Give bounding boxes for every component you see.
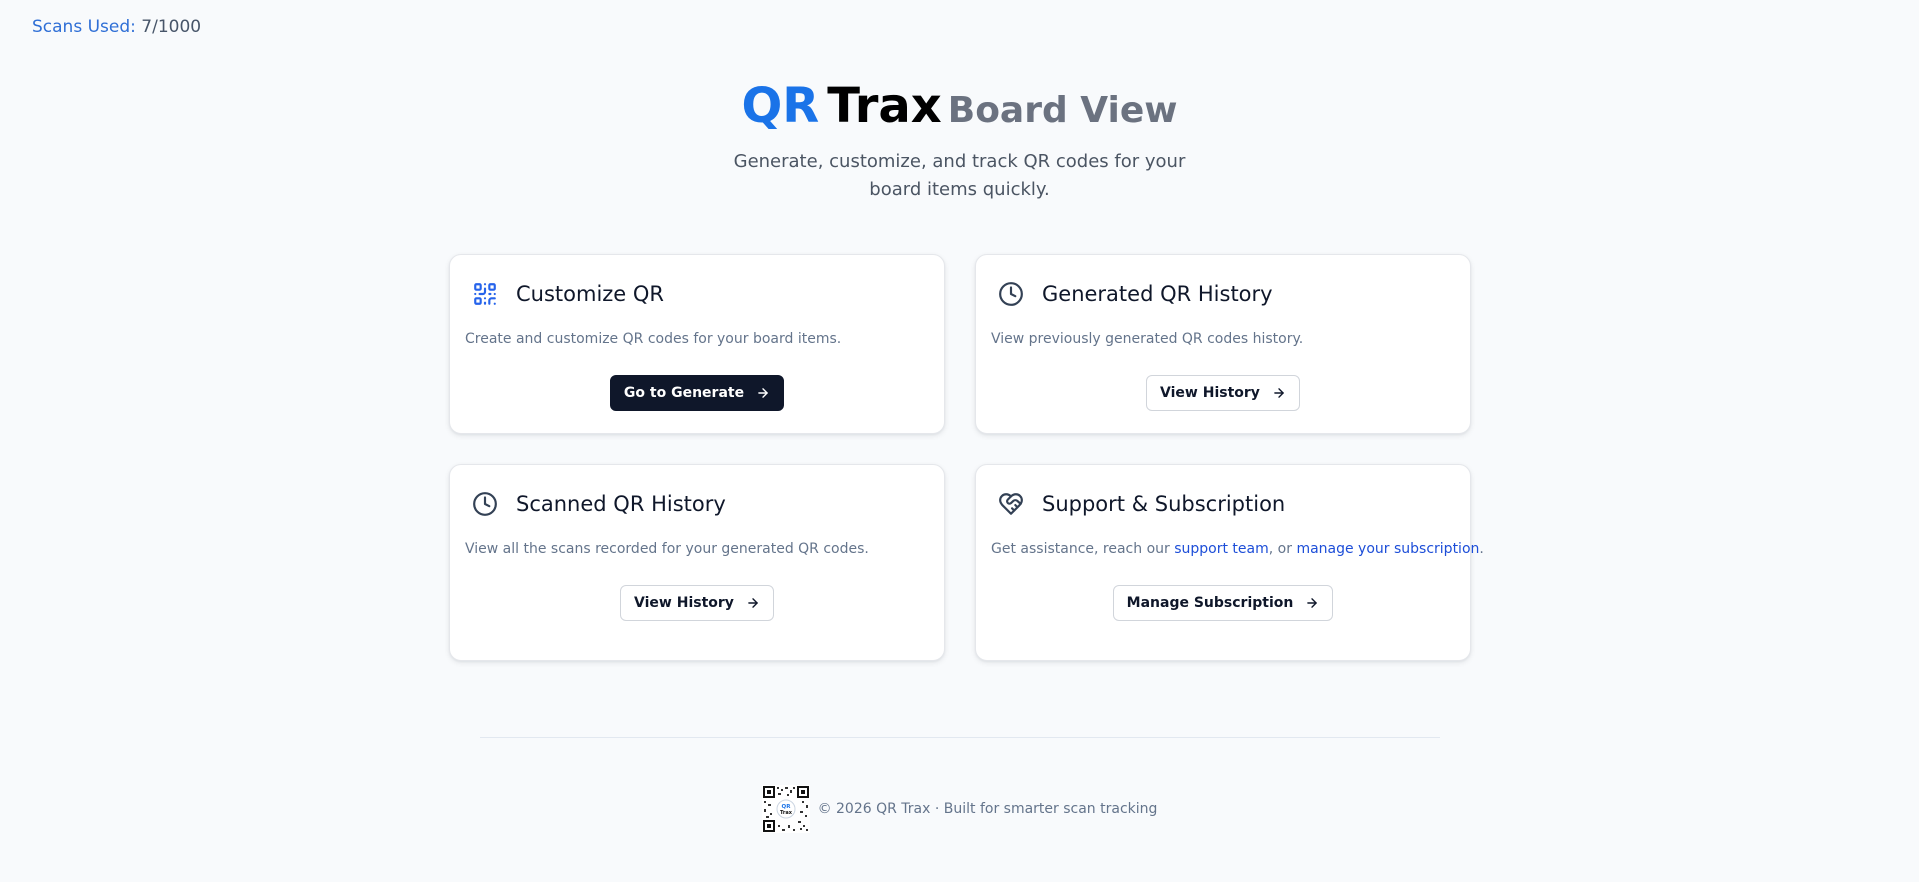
logo-text-trax: Trax [780,810,793,816]
hero: QR Trax Board View Generate, customize, an… [0,82,1919,204]
arrow-right-icon [746,596,760,610]
description-mid: , or [1268,541,1292,557]
manage-subscription-link[interactable]: manage your subscription [1296,541,1479,557]
title-board-view: Board View [947,90,1178,131]
footer-copyright: © 2026 QR Trax · Built for smarter scan … [817,801,1158,817]
title-qr: QR [741,78,820,134]
clock-icon [998,281,1024,307]
view-scanned-history-button[interactable]: View History [620,585,774,621]
description-prefix: Get assistance, reach our [991,541,1170,557]
view-generated-history-button[interactable]: View History [1146,375,1300,411]
button-label: View History [634,595,734,611]
card-customize-qr: Customize QR Create and customize QR cod… [449,254,945,434]
clock-icon [472,491,498,517]
qr-code-icon [472,281,498,307]
footer-divider [480,737,1440,738]
scans-used-label: Scans Used: [32,17,136,37]
card-title: Support & Subscription [1042,492,1286,516]
card-scanned-qr-history: Scanned QR History View all the scans re… [449,464,945,661]
manage-subscription-button[interactable]: Manage Subscription [1112,585,1334,621]
scans-used-value: 7/1000 [141,17,202,37]
arrow-right-icon [1272,386,1286,400]
arrow-right-icon [1305,596,1319,610]
card-description: View previously generated QR codes histo… [991,331,1304,347]
button-label: Manage Subscription [1126,595,1294,611]
qr-trax-logo: QR Trax [761,785,810,833]
card-title: Customize QR [516,282,665,306]
heart-handshake-icon [998,491,1024,517]
card-title: Generated QR History [1042,282,1273,306]
description-suffix: . [1479,541,1484,557]
card-title: Scanned QR History [516,492,726,516]
button-label: View History [1160,385,1260,401]
card-description: Get assistance, reach our support team, … [991,541,1484,557]
go-to-generate-button[interactable]: Go to Generate [609,375,785,411]
support-team-link[interactable]: support team [1174,541,1269,557]
button-label: Go to Generate [623,385,745,401]
footer: QR Trax © 2026 QR Trax · Built for smart… [0,785,1919,833]
page-title: QR Trax Board View [0,82,1919,130]
scans-used-counter: Scans Used: 7/1000 [32,17,201,37]
card-description: View all the scans recorded for your gen… [465,541,869,557]
title-trax: Trax [827,78,942,134]
card-description: Create and customize QR codes for your b… [465,331,842,347]
card-support-subscription: Support & Subscription Get assistance, r… [975,464,1484,661]
page-subtitle: Generate, customize, and track QR codes … [733,151,1186,200]
card-generated-qr-history: Generated QR History View previously gen… [975,254,1471,434]
arrow-right-icon [756,386,770,400]
